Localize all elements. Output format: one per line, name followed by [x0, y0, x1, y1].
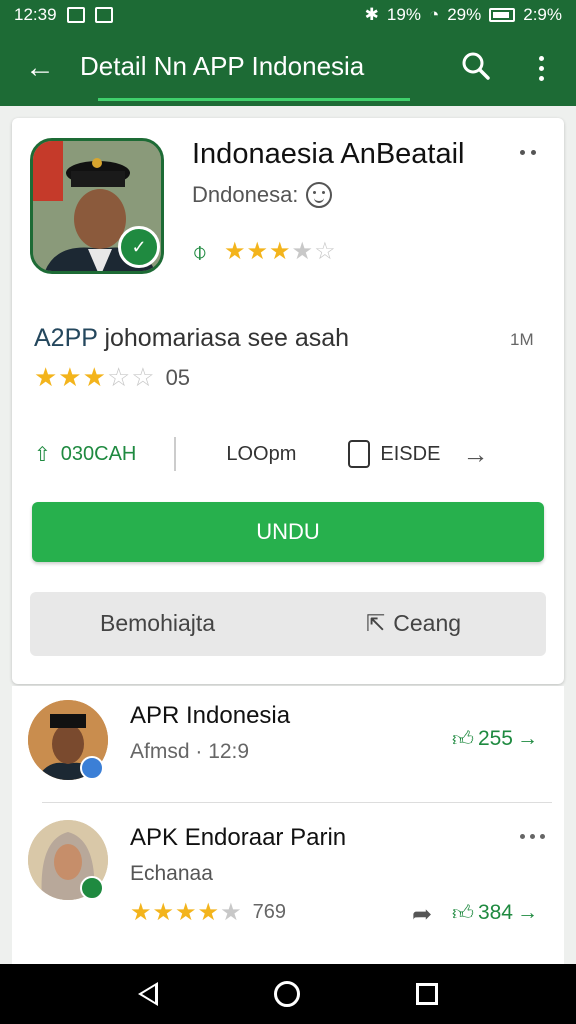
item-subtitle: Echanaa — [130, 862, 213, 885]
description: A2PP johomariasa see asah — [34, 324, 349, 353]
secondary-right-label: Ceang — [393, 610, 462, 636]
related-list: APR Indonesia Afmsd · 12:9 👍︎ 255 → APK … — [12, 686, 564, 964]
share-icon: ⇧ — [34, 443, 51, 466]
nav-recents-icon[interactable] — [416, 983, 438, 1005]
arrow-right-icon: → — [517, 727, 538, 750]
secondary-left-button[interactable]: Bemohiajta — [100, 610, 215, 637]
app-detail-card: ✓ Indonaesia AnBeatail Dndonesa: ⌽ ★★★★☆… — [12, 118, 564, 684]
star-rating: ★★★★★ — [130, 899, 243, 926]
share-action[interactable]: ⇧ 030CAH — [34, 442, 136, 467]
middle-label: LOOpm — [226, 442, 297, 465]
bookmark-icon — [348, 440, 371, 468]
thumbs-up-icon: 👍︎ — [452, 728, 474, 751]
rating-count: 05 — [165, 364, 191, 390]
star-rating: ★★★★☆ — [224, 237, 337, 265]
image-icon — [94, 7, 113, 23]
like-button[interactable]: 👍︎ 255 → — [452, 726, 538, 752]
rating-summary: ⌽ ★★★★☆ — [192, 236, 337, 266]
item-subtitle: Afmsd · 12:9 — [130, 740, 250, 763]
forward-icon[interactable]: ➦ — [412, 900, 432, 929]
bookmark-action[interactable]: EISDE — [348, 440, 440, 468]
rating-count: 769 — [252, 901, 286, 923]
status-signal-text: 19% — [386, 5, 421, 24]
action-divider — [174, 437, 177, 471]
search-icon — [462, 52, 490, 80]
system-nav-bar — [0, 964, 576, 1024]
middle-action[interactable]: LOOpm — [226, 443, 296, 466]
app-size: 1M — [510, 330, 534, 349]
arrow-left-icon: ← — [25, 51, 55, 84]
badge-icon — [80, 756, 104, 780]
back-button[interactable]: ← — [0, 30, 80, 106]
secondary-right-button[interactable]: ⇱ Ceang — [366, 610, 461, 637]
star-rating-large: ★★★☆☆ — [34, 362, 156, 392]
nav-back-icon[interactable] — [138, 982, 158, 1006]
divider — [42, 802, 552, 803]
like-count: 255 — [477, 727, 513, 750]
list-item[interactable]: APK Endoraar Parin Echanaa ★★★★★ 769 ➦ 👍… — [12, 814, 564, 964]
search-button[interactable] — [460, 50, 500, 86]
status-bar: 12:39 ✱ 19% ◔ 29% 2:9% — [0, 0, 576, 30]
developer-name[interactable]: Dndonesa: — [192, 182, 298, 208]
item-more-button[interactable] — [520, 834, 545, 839]
app-more-button[interactable] — [520, 150, 536, 155]
page-title: Detail Nn APP Indonesia — [80, 50, 365, 81]
arrow-right-icon: → — [517, 901, 538, 924]
list-item[interactable]: APR Indonesia Afmsd · 12:9 👍︎ 255 → — [12, 694, 564, 808]
bookmark-label: EISDE — [380, 442, 441, 465]
bluetooth-icon: ✱ — [364, 5, 379, 24]
battery-icon — [489, 8, 516, 22]
share-label: 030CAH — [60, 442, 137, 465]
smiley-icon — [306, 182, 333, 208]
verified-badge-icon: ✓ — [118, 226, 160, 268]
status-battery-text: 29% — [447, 5, 482, 24]
share-out-icon: ⇱ — [366, 610, 386, 636]
like-button[interactable]: 👍︎ 384 → — [452, 900, 538, 926]
title-underline — [98, 98, 410, 101]
description-text: johomariasa see asah — [104, 324, 350, 352]
app-title: Indonaesia AnBeatail — [192, 138, 465, 170]
badge-icon — [80, 876, 104, 900]
status-time: 12:39 — [14, 5, 57, 24]
arrow-right-icon[interactable]: → — [462, 439, 488, 470]
thumbs-up-icon: 👍︎ — [452, 902, 474, 925]
app-bar: ← Detail Nn APP Indonesia — [0, 30, 576, 106]
item-title: APR Indonesia — [130, 702, 291, 729]
item-title: APK Endoraar Parin — [130, 824, 347, 851]
more-button[interactable] — [524, 50, 558, 86]
status-battery-pct: 2:9% — [523, 5, 562, 24]
notification-icon — [66, 7, 85, 23]
nav-home-icon[interactable] — [274, 981, 300, 1007]
secondary-actions: Bemohiajta ⇱ Ceang — [30, 592, 546, 656]
description-prefix: A2PP — [34, 324, 98, 352]
wifi-icon: ◔ — [428, 5, 440, 24]
pin-icon: ⌽ — [192, 236, 208, 266]
more-vert-icon — [538, 55, 544, 61]
like-count: 384 — [477, 901, 513, 924]
download-button[interactable]: UNDU — [32, 502, 544, 562]
